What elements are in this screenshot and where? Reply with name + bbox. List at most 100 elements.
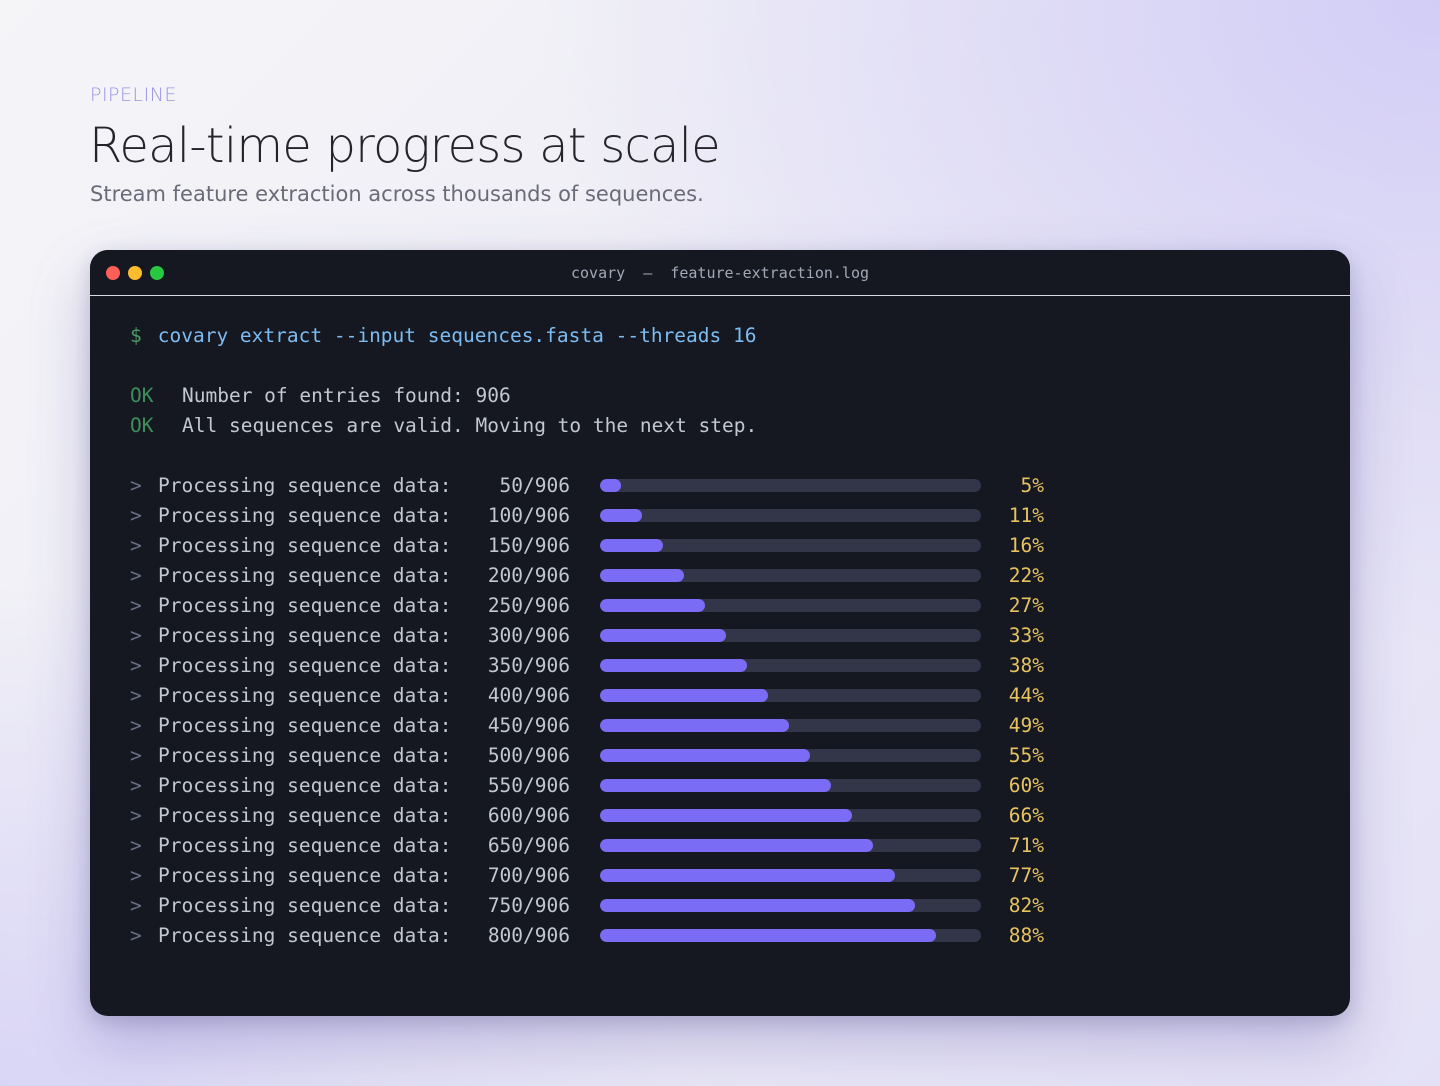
progress-list: > Processing sequence data: 50/906 5% > Proce…	[130, 471, 1044, 951]
progress-label: Processing sequence data:	[158, 774, 452, 797]
progress-percent: 22%	[1008, 564, 1044, 587]
progress-count: 800/906	[487, 924, 570, 947]
progress-row: > Processing sequence data: 400/906 44%	[130, 681, 1044, 711]
progress-bar-fill	[600, 899, 916, 912]
progress-row: > Processing sequence data: 550/906 60%	[130, 771, 1044, 801]
progress-row: > Processing sequence data: 700/906 77%	[130, 861, 1044, 891]
progress-bar-fill	[600, 539, 664, 552]
progress-bar	[600, 779, 981, 792]
progress-percent: 82%	[1008, 894, 1044, 917]
progress-bar	[600, 629, 981, 642]
row-marker: >	[130, 864, 142, 887]
progress-percent: 38%	[1008, 654, 1044, 677]
progress-bar	[600, 569, 981, 582]
progress-label: Processing sequence data:	[158, 474, 452, 497]
progress-label: Processing sequence data:	[158, 894, 452, 917]
progress-percent: 77%	[1008, 864, 1044, 887]
row-marker: >	[130, 774, 142, 797]
progress-row: > Processing sequence data: 800/906 88%	[130, 921, 1044, 951]
progress-bar	[600, 929, 981, 942]
progress-percent: 5%	[1020, 474, 1044, 497]
progress-bar	[600, 599, 981, 612]
terminal-window: covary — feature-extraction.log $ covary …	[90, 250, 1350, 1016]
progress-row: > Processing sequence data: 750/906 82%	[130, 891, 1044, 921]
progress-count: 700/906	[487, 864, 570, 887]
progress-count: 100/906	[487, 504, 570, 527]
row-marker: >	[130, 834, 142, 857]
progress-label: Processing sequence data:	[158, 654, 452, 677]
status-tag: OK	[130, 414, 154, 437]
command-text: covary extract --input sequences.fasta -…	[157, 324, 757, 347]
progress-count: 500/906	[487, 744, 570, 767]
progress-percent: 11%	[1008, 504, 1044, 527]
progress-percent: 66%	[1008, 804, 1044, 827]
progress-bar	[600, 509, 981, 522]
row-marker: >	[130, 594, 142, 617]
row-marker: >	[130, 624, 142, 647]
progress-count: 400/906	[487, 684, 570, 707]
progress-bar	[600, 659, 981, 672]
row-marker: >	[130, 474, 142, 497]
progress-label: Processing sequence data:	[158, 804, 452, 827]
progress-bar	[600, 749, 981, 762]
progress-percent: 27%	[1008, 594, 1044, 617]
progress-bar-fill	[600, 809, 853, 822]
eyebrow-label: PIPELINE	[90, 84, 177, 106]
row-marker: >	[130, 924, 142, 947]
progress-bar-fill	[600, 689, 769, 702]
progress-count: 600/906	[487, 804, 570, 827]
progress-row: > Processing sequence data: 250/906 27%	[130, 591, 1044, 621]
progress-count: 300/906	[487, 624, 570, 647]
progress-bar-fill	[600, 599, 706, 612]
progress-label: Processing sequence data:	[158, 744, 452, 767]
progress-count: 50/906	[499, 474, 570, 497]
progress-bar-fill	[600, 779, 832, 792]
progress-count: 150/906	[487, 534, 570, 557]
progress-percent: 60%	[1008, 774, 1044, 797]
status-message: Number of entries found: 906	[182, 384, 511, 407]
progress-row: > Processing sequence data: 150/906 16%	[130, 531, 1044, 561]
row-marker: >	[130, 714, 142, 737]
progress-row: > Processing sequence data: 50/906 5%	[130, 471, 1044, 501]
progress-label: Processing sequence data:	[158, 594, 452, 617]
progress-count: 550/906	[487, 774, 570, 797]
progress-row: > Processing sequence data: 350/906 38%	[130, 651, 1044, 681]
progress-label: Processing sequence data:	[158, 624, 452, 647]
progress-percent: 88%	[1008, 924, 1044, 947]
progress-count: 450/906	[487, 714, 570, 737]
progress-row: > Processing sequence data: 100/906 11%	[130, 501, 1044, 531]
progress-count: 750/906	[487, 894, 570, 917]
progress-bar	[600, 719, 981, 732]
progress-bar	[600, 839, 981, 852]
progress-row: > Processing sequence data: 500/906 55%	[130, 741, 1044, 771]
progress-bar-fill	[600, 929, 937, 942]
terminal-output[interactable]: $ covary extract --input sequences.fasta …	[130, 321, 1044, 951]
progress-bar	[600, 539, 981, 552]
progress-bar	[600, 899, 981, 912]
status-line: OK Number of entries found: 906	[130, 381, 757, 411]
window-title: covary — feature-extraction.log	[570, 264, 869, 282]
row-marker: >	[130, 504, 142, 527]
progress-row: > Processing sequence data: 650/906 71%	[130, 831, 1044, 861]
progress-bar-fill	[600, 629, 727, 642]
progress-label: Processing sequence data:	[158, 834, 452, 857]
progress-count: 650/906	[487, 834, 570, 857]
window-titlebar: covary — feature-extraction.log	[90, 250, 1350, 296]
progress-label: Processing sequence data:	[158, 864, 452, 887]
progress-percent: 33%	[1008, 624, 1044, 647]
row-marker: >	[130, 894, 142, 917]
row-marker: >	[130, 684, 142, 707]
status-tag: OK	[130, 384, 154, 407]
progress-row: > Processing sequence data: 600/906 66%	[130, 801, 1044, 831]
status-message: All sequences are valid. Moving to the n…	[182, 414, 758, 437]
progress-row: > Processing sequence data: 450/906 49%	[130, 711, 1044, 741]
page-title: Real-time progress at scale	[89, 118, 721, 174]
progress-bar-fill	[600, 479, 621, 492]
progress-percent: 49%	[1008, 714, 1044, 737]
progress-percent: 44%	[1008, 684, 1044, 707]
progress-row: > Processing sequence data: 200/906 22%	[130, 561, 1044, 591]
row-marker: >	[130, 534, 142, 557]
progress-percent: 71%	[1008, 834, 1044, 857]
progress-count: 250/906	[487, 594, 570, 617]
progress-bar-fill	[600, 569, 685, 582]
